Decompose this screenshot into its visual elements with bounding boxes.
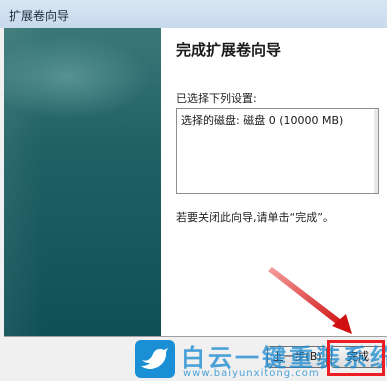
side-banner-highlight	[4, 28, 44, 336]
finish-highlight-box	[327, 340, 385, 376]
settings-summary-box[interactable]: 选择的磁盘: 磁盘 0 (10000 MB)	[176, 108, 379, 194]
window-title: 扩展卷向导	[9, 9, 70, 23]
watermark-url: www.baiyunxitong.com	[183, 368, 320, 379]
wizard-side-banner	[4, 28, 161, 336]
extend-volume-wizard-window: 扩展卷向导 完成扩展卷向导 已选择下列设置: 选择的磁盘: 磁盘 0 (1000…	[0, 0, 387, 381]
summary-line-disk: 选择的磁盘: 磁盘 0 (10000 MB)	[181, 114, 344, 127]
title-bar: 扩展卷向导	[0, 0, 387, 28]
summary-scrollbar[interactable]	[374, 109, 378, 193]
page-title: 完成扩展卷向导	[176, 41, 282, 59]
selection-label: 已选择下列设置:	[176, 92, 257, 105]
bird-icon	[135, 340, 175, 378]
wizard-content-pane: 完成扩展卷向导 已选择下列设置: 选择的磁盘: 磁盘 0 (10000 MB) …	[161, 28, 387, 336]
finish-instruction: 若要关闭此向导,请单击“完成”。	[176, 211, 334, 224]
